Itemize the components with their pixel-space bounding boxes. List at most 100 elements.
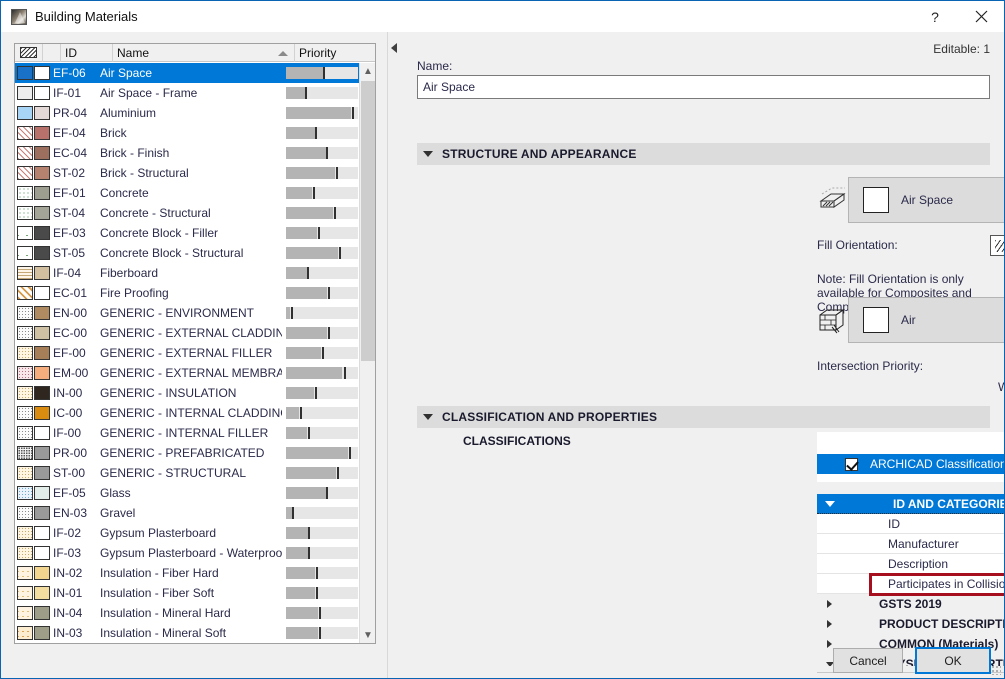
table-row[interactable]: IN-00GENERIC - INSULATION bbox=[15, 383, 360, 403]
resize-grip[interactable] bbox=[991, 665, 1001, 675]
table-row[interactable]: ST-04Concrete - Structural bbox=[15, 203, 360, 223]
scroll-thumb[interactable] bbox=[361, 81, 375, 361]
table-row[interactable]: PR-00GENERIC - PREFABRICATED bbox=[15, 443, 360, 463]
cut-fill-selector[interactable]: Air Space bbox=[848, 177, 1005, 223]
ok-button[interactable]: OK bbox=[915, 647, 991, 674]
table-row[interactable]: EN-03Gravel bbox=[15, 503, 360, 523]
fill-orientation-select[interactable]: Project Origin bbox=[990, 235, 1005, 256]
table-row[interactable]: EF-03Concrete Block - Filler bbox=[15, 223, 360, 243]
priority-marker bbox=[326, 147, 328, 159]
name-input[interactable]: Air Space bbox=[417, 75, 990, 99]
row-id: PR-00 bbox=[50, 446, 100, 460]
row-priority-bar bbox=[286, 187, 358, 199]
row-fill-swatch bbox=[17, 486, 33, 500]
cancel-button[interactable]: Cancel bbox=[833, 648, 903, 673]
table-row[interactable]: IF-03Gypsum Plasterboard - Waterproof bbox=[15, 543, 360, 563]
table-row[interactable]: EM-00GENERIC - EXTERNAL MEMBRANE bbox=[15, 363, 360, 383]
table-row[interactable]: EF-05Glass bbox=[15, 483, 360, 503]
section-structure-and-appearance[interactable]: STRUCTURE AND APPEARANCE bbox=[417, 143, 990, 165]
row-fill-swatch bbox=[17, 586, 33, 600]
table-row[interactable]: ST-05Concrete Block - Structural bbox=[15, 243, 360, 263]
row-priority-bar bbox=[286, 487, 358, 499]
row-name: GENERIC - EXTERNAL FILLER bbox=[100, 346, 282, 360]
priority-marker bbox=[300, 407, 302, 419]
help-button[interactable]: ? bbox=[912, 1, 958, 32]
row-color-swatch bbox=[34, 146, 50, 160]
priority-fill bbox=[286, 87, 305, 99]
property-row[interactable]: Participates in Collision Detection bbox=[817, 574, 1005, 594]
property-row[interactable]: IDEF-06 bbox=[817, 514, 1005, 534]
column-header-fill[interactable] bbox=[15, 44, 43, 62]
panel-splitter[interactable] bbox=[387, 32, 403, 678]
chevron-down-icon bbox=[423, 151, 433, 157]
row-id: IF-04 bbox=[50, 266, 100, 280]
classification-row[interactable]: ARCHICAD Classification - v 2.0 Air bbox=[817, 454, 1005, 474]
priority-marker bbox=[291, 307, 293, 319]
row-fill-swatch bbox=[17, 346, 33, 360]
table-row[interactable]: IF-01Air Space - Frame bbox=[15, 83, 360, 103]
property-group-header[interactable]: ID AND CATEGORIES bbox=[817, 494, 1005, 514]
scroll-up-icon[interactable]: ▲ bbox=[360, 63, 376, 80]
chevron-down-icon bbox=[825, 501, 835, 507]
priority-marker bbox=[322, 347, 324, 359]
priority-marker bbox=[315, 387, 317, 399]
priority-marker bbox=[337, 467, 339, 479]
table-row[interactable]: EN-00GENERIC - ENVIRONMENT bbox=[15, 303, 360, 323]
table-row[interactable]: EF-06Air Space bbox=[15, 63, 360, 83]
column-header-id[interactable]: ID bbox=[61, 44, 113, 62]
table-row[interactable]: IF-04Fiberboard bbox=[15, 263, 360, 283]
table-row[interactable]: IF-00GENERIC - INTERNAL FILLER bbox=[15, 423, 360, 443]
row-id: EN-03 bbox=[50, 506, 100, 520]
surface-material-selector[interactable]: Air bbox=[848, 297, 1005, 343]
column-header-color[interactable] bbox=[43, 44, 61, 62]
row-priority-bar bbox=[286, 67, 358, 79]
row-name: Concrete Block - Filler bbox=[100, 226, 282, 240]
property-row[interactable]: Manufacturer bbox=[817, 534, 1005, 554]
collapse-panel-icon[interactable] bbox=[391, 43, 397, 53]
table-row[interactable]: IN-04Insulation - Mineral Hard bbox=[15, 603, 360, 623]
section-classification-and-properties[interactable]: CLASSIFICATION AND PROPERTIES bbox=[417, 406, 990, 428]
row-name: Insulation - Fiber Soft bbox=[100, 586, 282, 600]
row-fill-swatch bbox=[17, 226, 33, 240]
table-row[interactable]: ST-00GENERIC - STRUCTURAL bbox=[15, 463, 360, 483]
table-row[interactable]: IN-02Insulation - Fiber Hard bbox=[15, 563, 360, 583]
materials-list-rows[interactable]: EF-06Air SpaceIF-01Air Space - FramePR-0… bbox=[15, 63, 360, 644]
table-row[interactable]: EF-01Concrete bbox=[15, 183, 360, 203]
row-priority-bar bbox=[286, 347, 358, 359]
classification-checkbox[interactable] bbox=[845, 458, 858, 471]
row-id: EC-01 bbox=[50, 286, 100, 300]
column-header-priority[interactable]: Priority bbox=[295, 44, 373, 62]
table-row[interactable]: EC-01Fire Proofing bbox=[15, 283, 360, 303]
properties-tree[interactable]: ID AND CATEGORIESIDEF-06Manufacturer Desc… bbox=[817, 494, 1005, 666]
row-color-swatch bbox=[34, 346, 50, 360]
row-id: EF-05 bbox=[50, 486, 100, 500]
table-row[interactable]: EC-04Brick - Finish bbox=[15, 143, 360, 163]
table-row[interactable]: EF-00GENERIC - EXTERNAL FILLER bbox=[15, 343, 360, 363]
property-name: Description bbox=[888, 557, 1005, 571]
scroll-down-icon[interactable]: ▼ bbox=[360, 627, 376, 644]
table-row[interactable]: ST-02Brick - Structural bbox=[15, 163, 360, 183]
row-name: Gypsum Plasterboard - Waterproof bbox=[100, 546, 282, 560]
row-id: IN-04 bbox=[50, 606, 100, 620]
table-row[interactable]: IN-03Insulation - Mineral Soft bbox=[15, 623, 360, 643]
table-row[interactable]: PR-04Aluminium bbox=[15, 103, 360, 123]
table-row[interactable]: IF-02Gypsum Plasterboard bbox=[15, 523, 360, 543]
close-button[interactable] bbox=[958, 1, 1004, 32]
priority-fill bbox=[286, 127, 315, 139]
table-row[interactable]: EC-00GENERIC - EXTERNAL CLADDING bbox=[15, 323, 360, 343]
materials-list-scrollbar[interactable]: ▲ ▼ bbox=[359, 63, 375, 644]
cut-fill-swatch bbox=[863, 187, 889, 213]
column-header-name[interactable]: Name bbox=[113, 44, 295, 62]
priority-marker bbox=[349, 447, 351, 459]
row-color-swatch bbox=[34, 486, 50, 500]
table-row[interactable]: IN-01Insulation - Fiber Soft bbox=[15, 583, 360, 603]
property-subgroup-header[interactable]: GSTS 2019 bbox=[817, 594, 1005, 614]
row-fill-swatch bbox=[17, 626, 33, 640]
table-row[interactable]: EF-04Brick bbox=[15, 123, 360, 143]
property-subgroup-header[interactable]: PRODUCT DESCRIPTION (Expression) bbox=[817, 614, 1005, 634]
property-row[interactable]: Description bbox=[817, 554, 1005, 574]
property-name: ID bbox=[888, 517, 1005, 531]
priority-marker bbox=[308, 427, 310, 439]
row-id: IF-01 bbox=[50, 86, 100, 100]
table-row[interactable]: IC-00GENERIC - INTERNAL CLADDING bbox=[15, 403, 360, 423]
